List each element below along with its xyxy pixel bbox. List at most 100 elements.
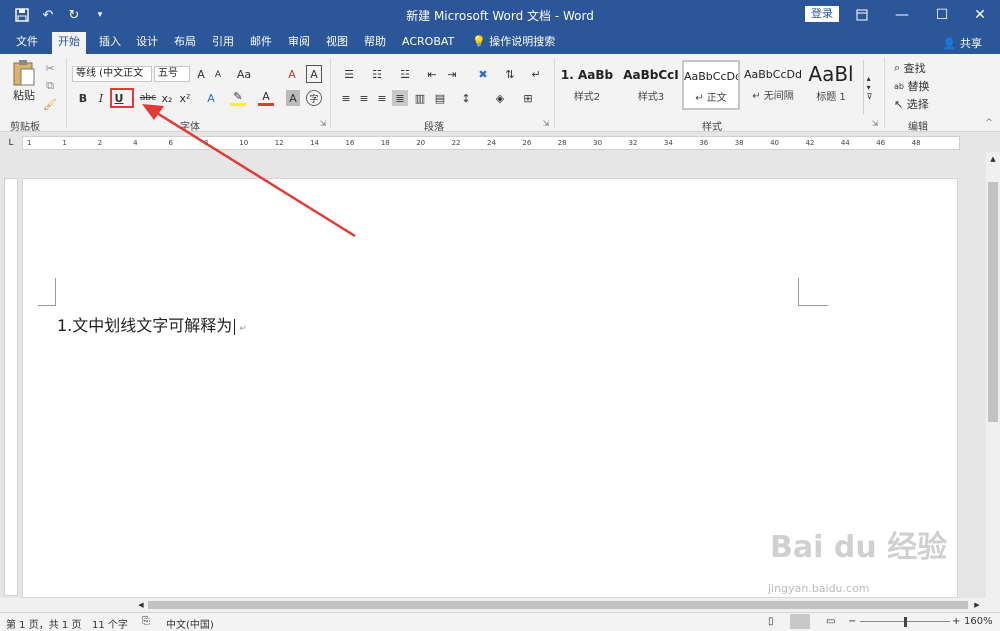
font-size-combo[interactable]: 五号 bbox=[154, 66, 190, 82]
char-border-icon[interactable]: A bbox=[306, 65, 322, 83]
document-body-text[interactable]: 1.文中划线文字可解释为 ↵ bbox=[57, 312, 247, 336]
scroll-left-icon[interactable]: ◀ bbox=[136, 600, 146, 610]
char-shading-button[interactable]: A bbox=[286, 90, 300, 106]
styles-scroll-icon[interactable]: ▴ ▾ ⊽ bbox=[863, 60, 875, 114]
multilevel-list-icon[interactable]: ☳ bbox=[394, 66, 416, 82]
style-item[interactable]: 1. AaBb 样式2 bbox=[558, 60, 616, 110]
style-item[interactable]: AaBl 标题 1 bbox=[804, 60, 858, 110]
find-button[interactable]: ⌕ 查找 bbox=[894, 60, 946, 76]
proofing-icon[interactable]: ⎘ bbox=[142, 616, 150, 627]
increase-indent-icon[interactable]: ⇥ bbox=[444, 66, 460, 82]
show-marks-icon[interactable]: ↵ bbox=[528, 66, 544, 82]
zoom-in-icon[interactable]: + bbox=[952, 616, 960, 627]
web-layout-icon[interactable]: ▭ bbox=[826, 616, 835, 627]
tab-help[interactable]: 帮助 bbox=[358, 34, 392, 54]
cut-icon[interactable]: ✂ bbox=[42, 60, 58, 76]
clear-formatting-icon[interactable]: A bbox=[284, 66, 300, 82]
zoom-out-icon[interactable]: − bbox=[848, 616, 856, 627]
tab-mailings[interactable]: 邮件 bbox=[244, 34, 278, 54]
tab-home[interactable]: 开始 bbox=[52, 32, 86, 54]
strikethrough-button[interactable]: abc bbox=[139, 90, 157, 106]
ruler-number: 32 bbox=[628, 139, 638, 147]
word-count[interactable]: 11 个字 bbox=[92, 616, 128, 631]
style-item-selected[interactable]: AaBbCcDd ↵ 正文 bbox=[682, 60, 740, 110]
ribbon-display-icon[interactable] bbox=[842, 0, 882, 30]
share-button[interactable]: 👤 共享 bbox=[943, 35, 982, 51]
close-icon[interactable]: ✕ bbox=[960, 0, 1000, 30]
align-left-icon[interactable]: ≡ bbox=[338, 90, 354, 106]
read-mode-icon[interactable]: ▯ bbox=[768, 616, 774, 627]
vertical-scrollbar[interactable]: ▲ bbox=[986, 152, 1000, 598]
tell-me-search[interactable]: 💡 操作说明搜索 bbox=[466, 34, 561, 54]
font-dialog-launcher-icon[interactable]: ⇲ bbox=[318, 118, 328, 128]
horizontal-ruler[interactable]: 1 1 2 4 6 8 10 12 14 16 18 20 22 24 26 28 30 32 34 36 38 40 42… bbox=[22, 136, 960, 150]
minimize-icon[interactable]: — bbox=[882, 0, 922, 30]
decrease-indent-icon[interactable]: ⇤ bbox=[424, 66, 440, 82]
horizontal-scroll-thumb[interactable] bbox=[148, 601, 968, 609]
numbering-icon[interactable]: ☷ bbox=[366, 66, 388, 82]
format-painter-icon[interactable]: 🖌 bbox=[42, 96, 58, 112]
maximize-icon[interactable]: ☐ bbox=[922, 0, 962, 30]
select-label: 选择 bbox=[906, 98, 929, 111]
justify-icon[interactable]: ≣ bbox=[392, 90, 408, 106]
tab-review[interactable]: 审阅 bbox=[282, 34, 316, 54]
column-icon[interactable]: ▤ bbox=[432, 90, 448, 106]
highlight-color-icon[interactable]: ✎ bbox=[230, 90, 246, 106]
superscript-button[interactable]: x² bbox=[178, 90, 192, 106]
scroll-up-icon[interactable]: ▲ bbox=[988, 154, 998, 164]
tab-layout[interactable]: 布局 bbox=[168, 34, 202, 54]
style-item[interactable]: AaBbCcDd ↵ 无间隔 bbox=[744, 60, 802, 110]
crop-mark bbox=[38, 278, 56, 306]
ruler-number: 12 bbox=[274, 139, 284, 147]
vertical-scroll-thumb[interactable] bbox=[988, 182, 998, 422]
grow-font-icon[interactable]: A bbox=[194, 66, 208, 82]
zoom-slider-thumb[interactable] bbox=[904, 617, 907, 627]
tab-acrobat[interactable]: ACROBAT bbox=[396, 34, 460, 54]
paste-button[interactable]: 粘贴 bbox=[10, 88, 38, 102]
replace-button[interactable]: ab 替换 bbox=[894, 78, 946, 94]
shading-icon[interactable]: ◈ bbox=[490, 90, 510, 106]
divider bbox=[330, 58, 331, 128]
tab-view[interactable]: 视图 bbox=[320, 34, 354, 54]
sort-icon[interactable]: ⇅ bbox=[502, 66, 518, 82]
borders-icon[interactable]: ⊞ bbox=[518, 90, 538, 106]
style-name: 样式3 bbox=[637, 92, 665, 103]
copy-icon[interactable]: ⧉ bbox=[42, 78, 58, 94]
print-layout-icon[interactable] bbox=[790, 614, 810, 629]
tab-insert[interactable]: 插入 bbox=[93, 34, 127, 54]
bullets-icon[interactable]: ☰ bbox=[338, 66, 360, 82]
shrink-font-icon[interactable]: A bbox=[211, 67, 225, 83]
page-count[interactable]: 第 1 页，共 1 页 bbox=[6, 616, 81, 631]
horizontal-scrollbar[interactable]: ◀ ▶ bbox=[0, 598, 1000, 612]
subscript-button[interactable]: x₂ bbox=[160, 90, 174, 106]
align-center-icon[interactable]: ≡ bbox=[356, 90, 372, 106]
styles-dialog-launcher-icon[interactable]: ⇲ bbox=[870, 118, 880, 128]
font-name-combo[interactable]: 等线 (中文正文 bbox=[72, 66, 152, 82]
italic-button[interactable]: I bbox=[94, 90, 108, 106]
tab-references[interactable]: 引用 bbox=[206, 34, 240, 54]
collapse-ribbon-icon[interactable]: ^ bbox=[984, 118, 994, 128]
language-indicator[interactable]: 中文(中国) bbox=[166, 616, 214, 631]
scroll-right-icon[interactable]: ▶ bbox=[972, 600, 982, 610]
paragraph-dialog-launcher-icon[interactable]: ⇲ bbox=[541, 118, 551, 128]
paragraph-group-label: 段落 bbox=[424, 122, 444, 133]
style-item[interactable]: AaBbCcI 样式3 bbox=[622, 60, 680, 110]
chinese-layout-icon[interactable]: ✖ bbox=[472, 66, 494, 82]
line-spacing-icon[interactable]: ↕ bbox=[456, 90, 476, 106]
zoom-level[interactable]: 160% bbox=[964, 616, 993, 627]
login-button[interactable]: 登录 bbox=[805, 6, 839, 22]
replace-label: 替换 bbox=[907, 80, 930, 93]
tab-file[interactable]: 文件 bbox=[10, 34, 44, 54]
vertical-ruler[interactable] bbox=[4, 178, 18, 596]
align-right-icon[interactable]: ≡ bbox=[374, 90, 390, 106]
font-color-button[interactable]: A bbox=[258, 90, 274, 106]
change-case-button[interactable]: Aa bbox=[233, 66, 255, 82]
tab-selector-icon[interactable]: L bbox=[4, 136, 18, 150]
text-effects-icon[interactable]: A bbox=[203, 90, 219, 106]
paste-icon[interactable] bbox=[10, 58, 38, 88]
tab-design[interactable]: 设计 bbox=[130, 34, 164, 54]
select-button[interactable]: ↖ 选择 bbox=[894, 96, 946, 112]
enclose-char-button[interactable]: 字 bbox=[306, 90, 322, 106]
distributed-icon[interactable]: ▥ bbox=[412, 90, 428, 106]
bold-button[interactable]: B bbox=[76, 90, 90, 106]
